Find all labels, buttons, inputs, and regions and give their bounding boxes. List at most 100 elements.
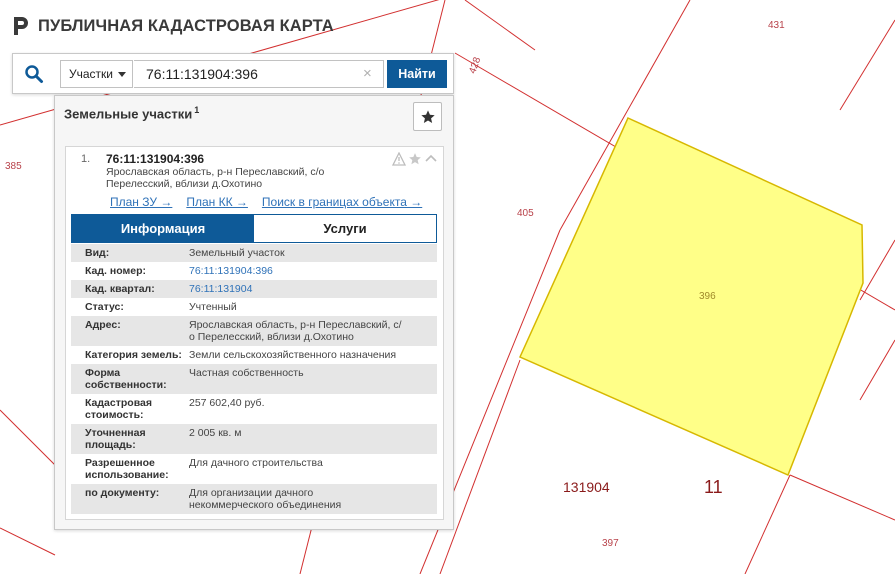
attribute-row: по документу: Для организации дачного неко… <box>71 484 437 514</box>
attribute-value: 2 005 кв. м <box>189 424 437 454</box>
attribute-value-line: Земли сельскохозяйственного назначения <box>189 349 397 361</box>
attribute-value[interactable]: 76:11:131904 <box>189 280 437 298</box>
attribute-value-line: о Перелесский, вблизи д.Охотино <box>189 331 354 343</box>
attribute-value-line: Земельный участок <box>189 247 285 259</box>
attribute-value: Земли сельскохозяйственного назначения <box>189 346 437 364</box>
attribute-value: Ярославская область, р-н Переславский, с… <box>189 316 437 346</box>
search-input[interactable] <box>134 60 384 88</box>
attribute-row: Категория земель: Земли сельскохозяйствен… <box>71 346 437 364</box>
card-icons <box>391 151 438 166</box>
logo-icon[interactable] <box>12 15 30 37</box>
attribute-value: Земельный участок <box>189 244 437 262</box>
attribute-value-line: некоммерческого объединения <box>189 499 342 511</box>
boundary-line <box>859 339 895 401</box>
star-icon[interactable] <box>408 152 422 166</box>
warning-icon[interactable] <box>391 151 407 166</box>
attribute-row: Статус: Учтенный <box>71 298 437 316</box>
attribute-key: Категория земель: <box>71 346 189 364</box>
boundary-line <box>839 19 895 111</box>
parcel-label: 431 <box>768 20 785 31</box>
attributes-table: Вид: Земельный участок Кад. номер: 76:11:13… <box>71 244 437 514</box>
card-tabs: Информация Услуги <box>71 214 437 243</box>
chevron-up-icon[interactable] <box>424 152 438 166</box>
plan-kk-link[interactable]: План КК → <box>186 195 248 209</box>
star-icon <box>421 110 435 123</box>
results-panel: Земельные участки 1 1. 76:11:131904:396 Я… <box>54 95 454 530</box>
parcel-label: 405 <box>517 208 534 219</box>
attribute-row: Кадастровая стоимость: 257 602,40 руб. <box>71 394 437 424</box>
attribute-row: Разрешенное использование: Для дачного стр… <box>71 454 437 484</box>
attribute-key: Адрес: <box>71 316 189 346</box>
attribute-value-line: 2 005 кв. м <box>189 427 242 439</box>
clear-icon[interactable]: × <box>363 65 377 83</box>
boundary-line <box>0 527 56 556</box>
attribute-value[interactable]: 76:11:131904:396 <box>189 262 437 280</box>
card-links: План ЗУ → План КК → Поиск в границах объ… <box>110 195 422 209</box>
attribute-key-line: стоимость: <box>85 409 144 421</box>
attribute-key: Вид: <box>71 244 189 262</box>
results-count: 1 <box>194 105 200 115</box>
attribute-key-line: Категория земель: <box>85 349 182 361</box>
attribute-row: Форма собственности: Частная собственность <box>71 364 437 394</box>
result-index: 1. <box>81 153 91 165</box>
result-address-line: Ярославская область, р-н Переславский, с… <box>106 166 325 178</box>
boundary-line <box>464 0 536 51</box>
attribute-value: 257 602,40 руб. <box>189 394 437 424</box>
tab-information[interactable]: Информация <box>72 215 254 242</box>
boundary-line <box>0 409 61 471</box>
attribute-key-line: Кадастровая <box>85 397 152 409</box>
attribute-key: Форма собственности: <box>71 364 189 394</box>
attribute-key-line: площадь: <box>85 439 136 451</box>
plan-zu-link[interactable]: План ЗУ → <box>110 195 172 209</box>
parcel-label: 385 <box>5 161 22 172</box>
attribute-key-line: Адрес: <box>85 319 121 331</box>
attribute-key-line: Статус: <box>85 301 124 313</box>
attribute-value: Для дачного строительства <box>189 454 437 484</box>
app-title: ПУБЛИЧНАЯ КАДАСТРОВАЯ КАРТА <box>38 16 334 35</box>
parcel-label: 397 <box>602 538 619 549</box>
caret-down-icon <box>118 72 126 77</box>
result-address-line: Перелесский, вблизи д.Охотино <box>106 178 263 190</box>
attribute-key-line: использование: <box>85 469 169 481</box>
attribute-key: Кад. квартал: <box>71 280 189 298</box>
attribute-value: Частная собственность <box>189 364 437 394</box>
attribute-value: Для организации дачного некоммерческого о… <box>189 484 437 514</box>
results-title-text: Земельные участки <box>64 106 193 122</box>
attribute-key-line: Форма <box>85 367 121 379</box>
results-title: Земельные участки 1 <box>64 105 199 121</box>
attribute-row: Адрес: Ярославская область, р-н Переславс… <box>71 316 437 346</box>
selected-parcel-396 <box>519 117 864 477</box>
parcel-label-selected: 396 <box>699 291 716 302</box>
attribute-key-line: Уточненная <box>85 427 146 439</box>
search-button[interactable]: Найти <box>387 60 447 88</box>
attribute-value-link[interactable]: 76:11:131904:396 <box>189 265 433 277</box>
boundary-line <box>859 239 895 301</box>
quarter-label: 131904 <box>563 479 610 495</box>
search-in-bounds-link[interactable]: Поиск в границах объекта → <box>262 195 422 209</box>
result-card[interactable]: 1. 76:11:131904:396 Ярославская область,… <box>65 146 444 520</box>
district-label: 11 <box>704 477 723 497</box>
attribute-key-line: по документу: <box>85 487 160 499</box>
attribute-key-line: Разрешенное <box>85 457 155 469</box>
favorite-button[interactable] <box>413 102 442 131</box>
result-address: Ярославская область, р-н Переславский, с… <box>106 166 366 190</box>
attribute-value-line: Ярославская область, р-н Переславский, с… <box>189 319 402 331</box>
attribute-key-line: собственности: <box>85 379 167 391</box>
search-icon[interactable] <box>24 64 44 84</box>
attribute-value-line: Для организации дачного <box>189 487 314 499</box>
attribute-value-line: Для дачного строительства <box>189 457 323 469</box>
attribute-value-line: Учтенный <box>189 301 237 313</box>
attribute-key: Разрешенное использование: <box>71 454 189 484</box>
tab-services[interactable]: Услуги <box>254 215 436 242</box>
attribute-row: Кад. номер: 76:11:131904:396 <box>71 262 437 280</box>
attribute-key: Статус: <box>71 298 189 316</box>
boundary-line <box>789 474 895 521</box>
attribute-key-line: Кад. квартал: <box>85 283 155 295</box>
attribute-value-link[interactable]: 76:11:131904 <box>189 283 433 295</box>
attribute-row: Кад. квартал: 76:11:131904 <box>71 280 437 298</box>
search-bar: Участки × Найти <box>12 53 454 94</box>
result-cadastral-number[interactable]: 76:11:131904:396 <box>106 152 204 166</box>
search-type-select[interactable]: Участки <box>60 60 133 88</box>
attribute-value: Учтенный <box>189 298 437 316</box>
app-header: ПУБЛИЧНАЯ КАДАСТРОВАЯ КАРТА <box>12 15 334 37</box>
